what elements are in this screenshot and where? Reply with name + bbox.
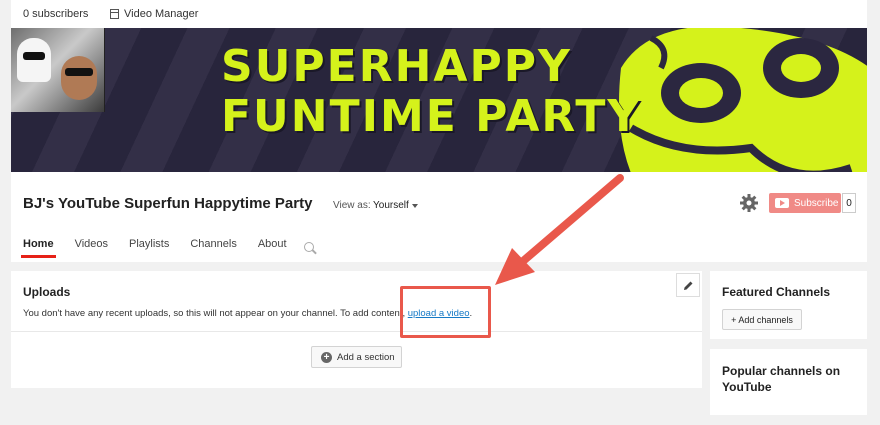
uploads-title: Uploads — [23, 285, 71, 299]
banner-title: SUPERHAPPY FUNTIME PARTY — [221, 41, 642, 142]
channel-tabs: Home Videos Playlists Channels About — [21, 238, 308, 258]
view-as-label: View as: — [333, 200, 371, 211]
search-icon[interactable] — [304, 242, 314, 252]
popular-channels-card: Popular channels on YouTube — [710, 349, 867, 415]
subscribe-count: 0 — [842, 193, 856, 213]
tab-channels[interactable]: Channels — [190, 238, 236, 258]
subscribe-button[interactable]: Subscribe — [769, 193, 841, 213]
tab-videos[interactable]: Videos — [75, 238, 108, 258]
top-bar: 0 subscribers Video Manager — [11, 0, 867, 28]
plus-circle-icon: + — [321, 351, 332, 363]
youtube-play-icon — [775, 198, 789, 208]
annotation-highlight-box — [400, 286, 491, 338]
chevron-down-icon[interactable] — [412, 204, 418, 208]
video-manager-label: Video Manager — [124, 8, 199, 20]
pencil-icon — [683, 281, 692, 290]
channel-name: BJ's YouTube Superfun Happytime Party — [23, 195, 313, 212]
popular-channels-title: Popular channels on YouTube — [722, 364, 841, 394]
tab-home[interactable]: Home — [21, 238, 56, 258]
channel-header: BJ's YouTube Superfun Happytime Party Vi… — [11, 172, 867, 262]
gear-icon[interactable] — [739, 193, 759, 213]
channel-banner: SUPERHAPPY FUNTIME PARTY — [11, 28, 867, 172]
video-manager-icon — [110, 9, 119, 19]
video-manager-link[interactable]: Video Manager — [110, 8, 198, 20]
featured-channels-card: Featured Channels + Add channels — [710, 271, 867, 339]
tab-playlists[interactable]: Playlists — [129, 238, 169, 258]
add-section-button[interactable]: + Add a section — [311, 346, 402, 368]
channel-avatar[interactable] — [11, 28, 105, 112]
subscriber-count: 0 subscribers — [23, 8, 89, 20]
view-as-dropdown[interactable]: Yourself — [373, 200, 409, 211]
subscribe-label: Subscribe — [794, 197, 839, 209]
add-section-label: Add a section — [337, 351, 395, 363]
uploads-section: Uploads You don't have any recent upload… — [11, 271, 702, 388]
add-channels-button[interactable]: + Add channels — [722, 309, 802, 330]
featured-channels-title: Featured Channels — [722, 285, 831, 299]
edit-section-button[interactable] — [676, 273, 700, 297]
tab-about[interactable]: About — [258, 238, 287, 258]
